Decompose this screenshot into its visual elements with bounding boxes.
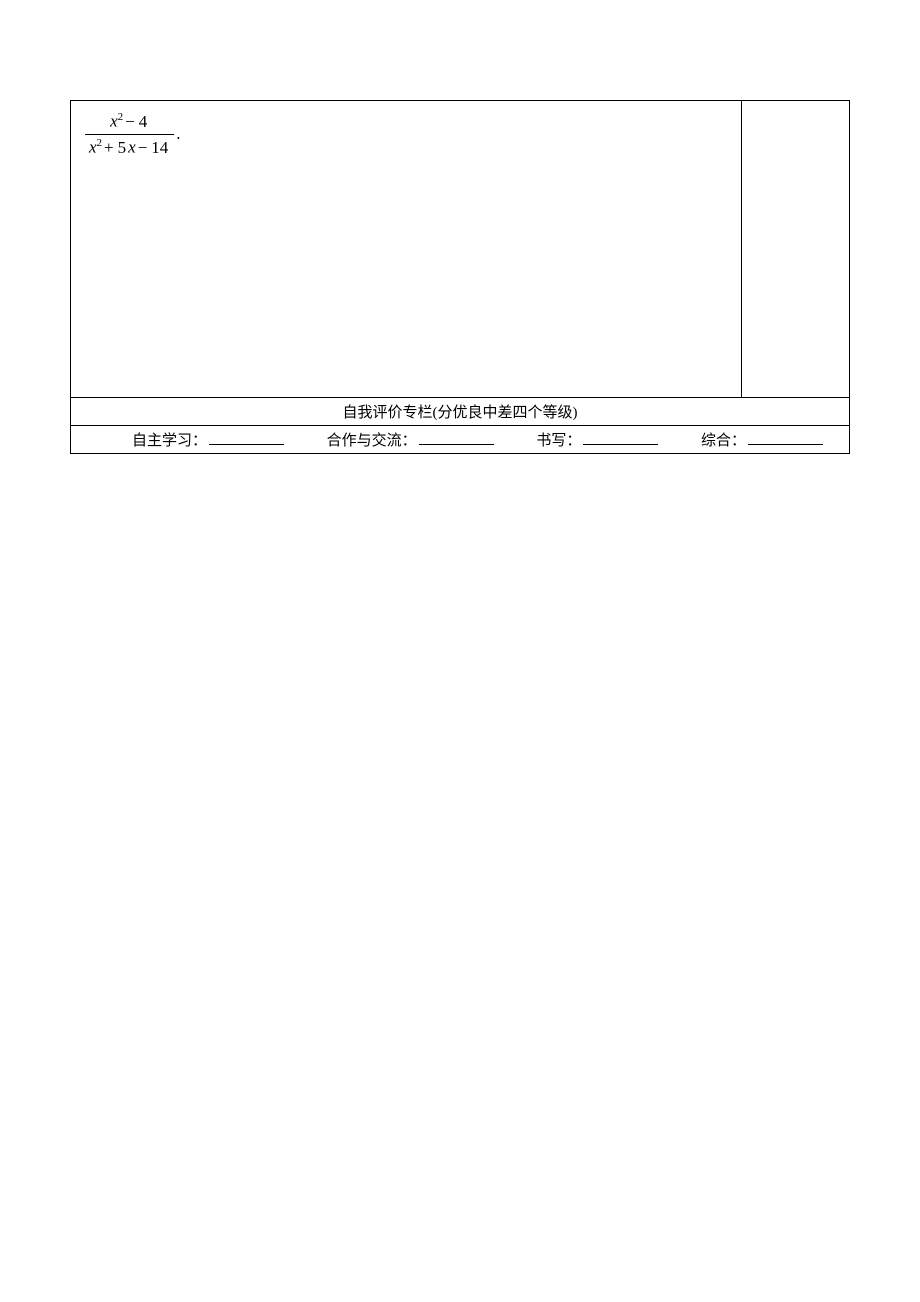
blank-coop[interactable]	[419, 429, 494, 445]
blank-writing[interactable]	[583, 429, 658, 445]
self-eval-items-row: 自主学习： 合作与交流： 书写： 综合：	[71, 426, 850, 454]
eval-label-coop: 合作与交流：	[327, 433, 417, 449]
main-content-cell: x2−4 x2+5x−14 .	[71, 101, 742, 398]
self-eval-header-row: 自我评价专栏(分优良中差四个等级)	[71, 398, 850, 426]
eval-item-study: 自主学习：	[132, 429, 284, 450]
worksheet-table: x2−4 x2+5x−14 . 自我评价专栏(分优良中差四个等级) 自主学习： …	[70, 100, 850, 454]
side-empty-cell	[742, 101, 850, 398]
content-row: x2−4 x2+5x−14 .	[71, 101, 850, 398]
math-expression: x2−4 x2+5x−14 .	[81, 109, 181, 158]
eval-item-writing: 书写：	[536, 429, 658, 450]
eval-label-writing: 书写：	[536, 433, 581, 449]
self-eval-header: 自我评价专栏(分优良中差四个等级)	[71, 398, 850, 426]
self-eval-items-cell: 自主学习： 合作与交流： 书写： 综合：	[71, 426, 850, 454]
blank-study[interactable]	[209, 429, 284, 445]
eval-item-overall: 综合：	[701, 429, 823, 450]
blank-overall[interactable]	[748, 429, 823, 445]
worksheet-page: x2−4 x2+5x−14 . 自我评价专栏(分优良中差四个等级) 自主学习： …	[0, 0, 920, 1302]
eval-label-overall: 综合：	[701, 433, 746, 449]
eval-item-coop: 合作与交流：	[327, 429, 494, 450]
eval-label-study: 自主学习：	[132, 433, 207, 449]
